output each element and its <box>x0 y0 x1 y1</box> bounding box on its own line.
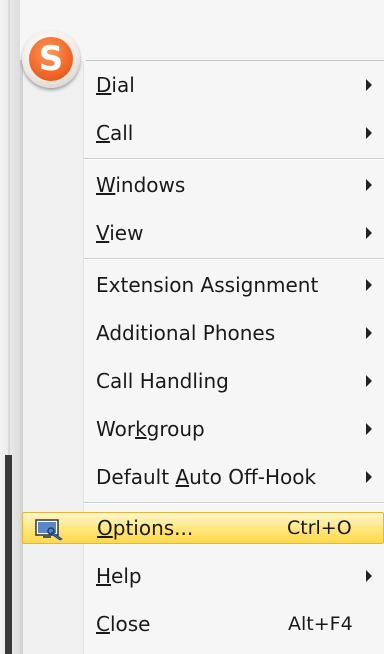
menu-item-help[interactable]: Help <box>84 552 384 600</box>
menu-icon-gutter <box>23 61 84 654</box>
app-logo-icon[interactable]: S <box>22 30 80 88</box>
menu-item-label: View <box>96 221 144 245</box>
menu-item-extension-assignment[interactable]: Extension Assignment <box>84 261 384 309</box>
logo-s-icon: S <box>29 37 73 81</box>
menu-item-call-handling[interactable]: Call Handling <box>84 357 384 405</box>
menu-separator <box>84 258 384 260</box>
menu-item-label: Dial <box>96 73 135 97</box>
menu-item-label: Call Handling <box>96 369 229 393</box>
submenu-arrow-icon <box>366 179 372 191</box>
menu-item-label: Close <box>96 612 151 636</box>
menu-item-additional-phones[interactable]: Additional Phones <box>84 309 384 357</box>
menu-item-windows[interactable]: Windows <box>84 161 384 209</box>
submenu-arrow-icon <box>366 471 372 483</box>
menu-item-options[interactable]: Options... Ctrl+O <box>22 512 384 544</box>
shortcut-label: Ctrl+O <box>287 517 352 539</box>
window-left-frame <box>0 0 20 654</box>
submenu-arrow-icon <box>366 327 372 339</box>
submenu-arrow-icon <box>366 279 372 291</box>
submenu-arrow-icon <box>366 423 372 435</box>
menu-item-view[interactable]: View <box>84 209 384 257</box>
submenu-arrow-icon <box>366 127 372 139</box>
menu-item-label: Windows <box>96 173 186 197</box>
options-icon <box>35 519 63 541</box>
submenu-arrow-icon <box>366 375 372 387</box>
submenu-arrow-icon <box>366 227 372 239</box>
frame-dark-strip <box>5 455 12 654</box>
menu-item-label: Default Auto Off-Hook <box>96 465 317 489</box>
menu-item-default-auto-off-hook[interactable]: Default Auto Off-Hook <box>84 453 384 501</box>
submenu-arrow-icon <box>366 79 372 91</box>
menu-item-call[interactable]: Call <box>84 109 384 157</box>
menu-item-label: Workgroup <box>96 417 205 441</box>
menu-item-label: Options... <box>97 516 194 540</box>
menu-item-close[interactable]: Close Alt+F4 <box>84 600 384 648</box>
menu-items: Dial Call Windows View Extension Assignm… <box>22 61 384 648</box>
submenu-arrow-icon <box>366 570 372 582</box>
menu-item-label: Additional Phones <box>96 321 276 345</box>
menu-item-workgroup[interactable]: Workgroup <box>84 405 384 453</box>
menu-item-label: Call <box>96 121 134 145</box>
menu-separator <box>84 158 384 160</box>
menu-item-label: Help <box>96 564 142 588</box>
menu-item-dial[interactable]: Dial <box>84 61 384 109</box>
menu-item-label: Extension Assignment <box>96 273 319 297</box>
menu-separator <box>84 502 384 504</box>
shortcut-label: Alt+F4 <box>288 613 353 635</box>
